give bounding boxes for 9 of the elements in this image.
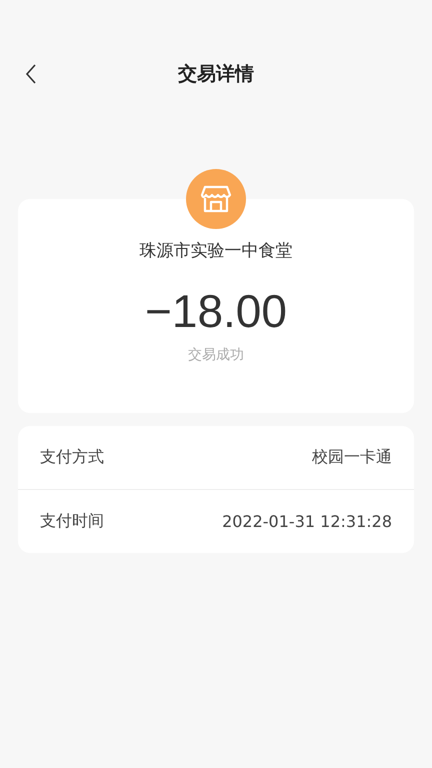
amount: −18.00 [145,284,287,338]
detail-label: 支付时间 [40,511,104,532]
back-icon[interactable] [25,64,37,84]
detail-value: 校园一卡通 [312,447,392,468]
merchant-name: 珠源市实验一中食堂 [140,240,292,262]
detail-value: 2022-01-31 12:31:28 [222,512,392,531]
detail-label: 支付方式 [40,447,104,468]
page-title: 交易详情 [178,62,254,87]
status-text: 交易成功 [188,346,244,364]
